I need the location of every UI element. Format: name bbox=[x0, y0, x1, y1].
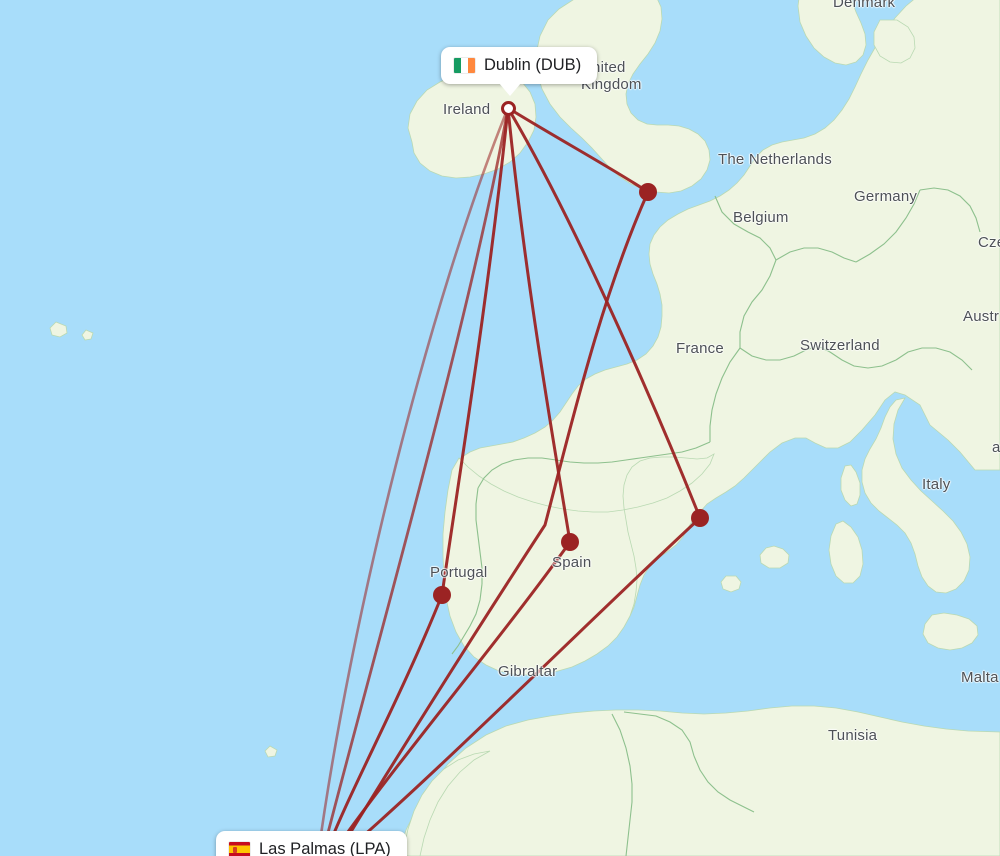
dublin-tooltip[interactable]: Dublin (DUB) bbox=[441, 47, 598, 96]
tooltip-tail bbox=[499, 83, 521, 96]
map-canvas[interactable] bbox=[0, 0, 1000, 856]
tooltip-label: Las Palmas (LPA) bbox=[259, 840, 391, 856]
spain-flag-icon bbox=[229, 842, 250, 856]
barcelona-waypoint[interactable] bbox=[691, 509, 709, 527]
tooltip-label: Dublin (DUB) bbox=[484, 56, 582, 74]
flight-route-map[interactable]: Denmark Ireland United Kingdom The Netherlan… bbox=[0, 0, 1000, 856]
london-waypoint[interactable] bbox=[639, 183, 657, 201]
madrid-waypoint[interactable] bbox=[561, 533, 579, 551]
ireland-flag-icon bbox=[454, 58, 475, 73]
ibiza bbox=[720, 575, 742, 593]
lisbon-waypoint[interactable] bbox=[433, 586, 451, 604]
airport-marker-dub[interactable] bbox=[500, 100, 516, 116]
las-palmas-tooltip[interactable]: Las Palmas (LPA) bbox=[216, 831, 407, 856]
